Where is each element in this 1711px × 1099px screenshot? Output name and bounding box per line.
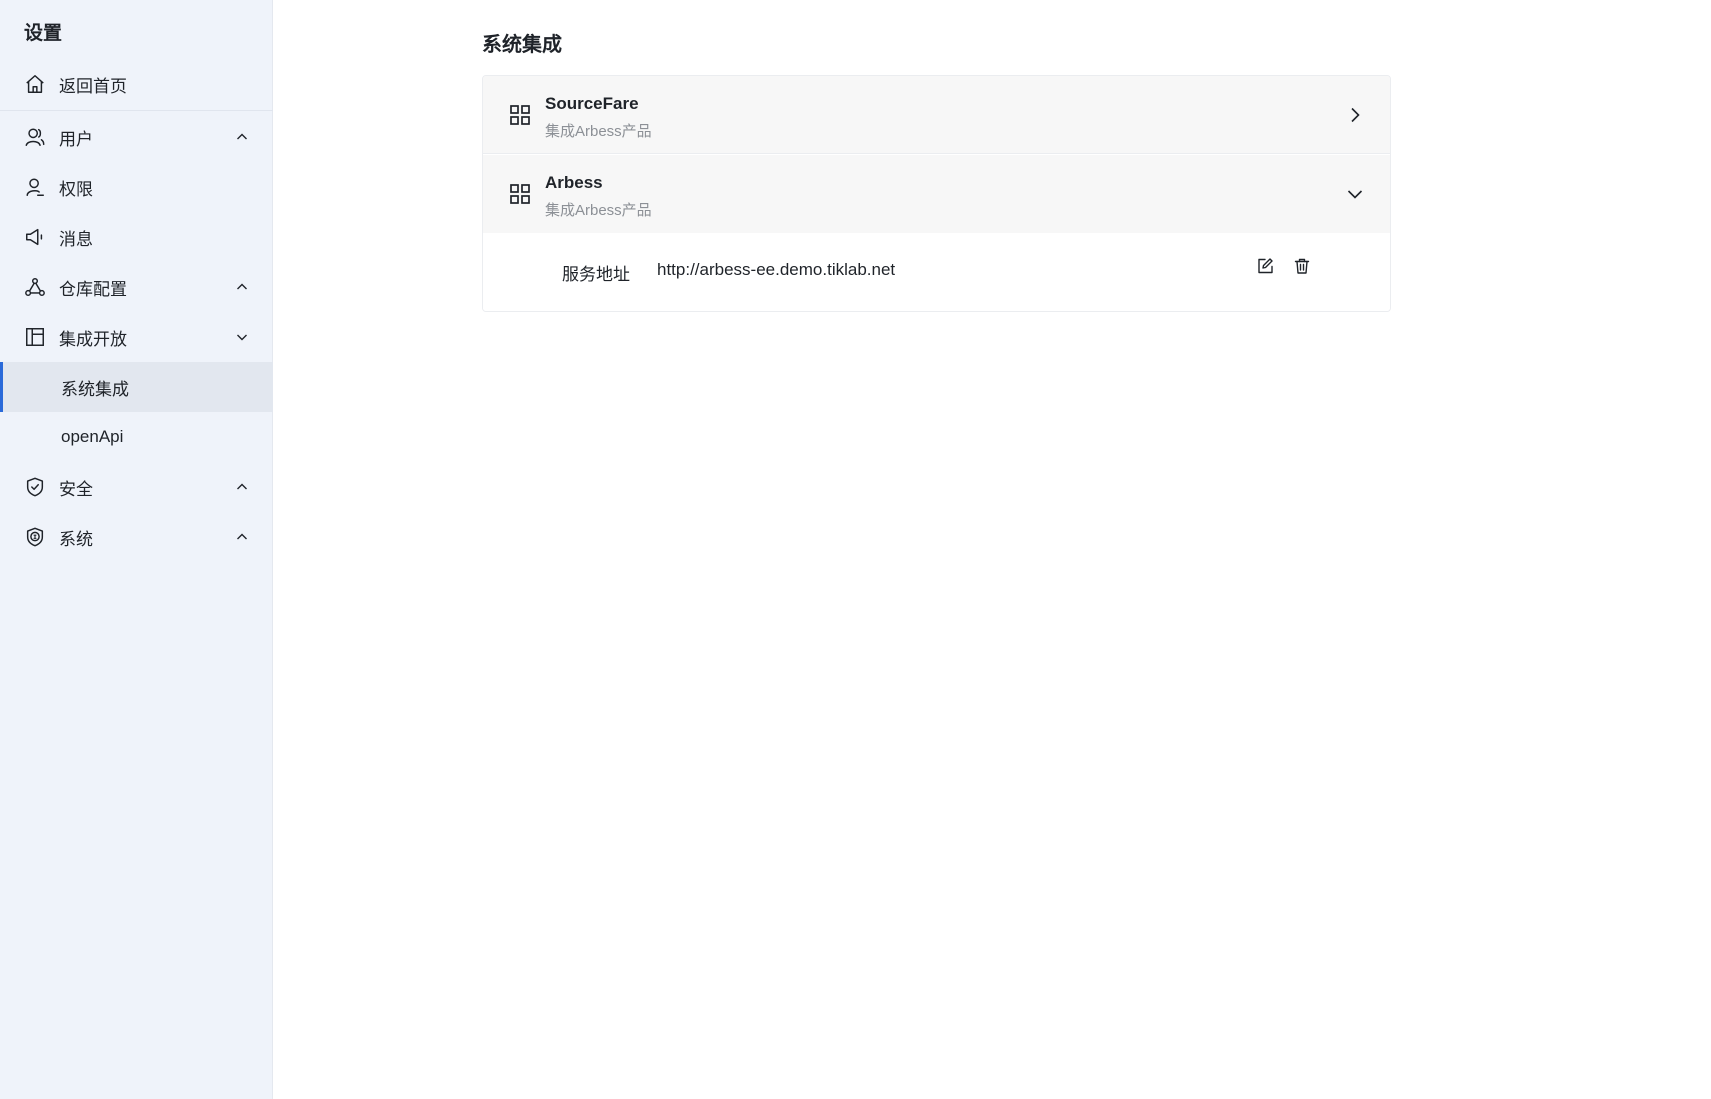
nav-item-permission[interactable]: 权限 [0,162,273,212]
delete-icon[interactable] [1293,257,1313,277]
user-icon [23,125,47,149]
nav-item-repository[interactable]: 仓库配置 [0,262,273,312]
nav-item-label: 用户 [59,129,93,149]
nav-item-user[interactable]: 用户 [0,112,273,162]
certificate-icon [23,525,47,549]
nav-item-label: 系统集成 [61,379,129,399]
chevron-up-icon [234,129,250,145]
nav-divider [0,110,273,111]
nav-item-label: 仓库配置 [59,279,127,299]
home-icon [23,72,47,96]
chevron-up-icon [234,529,250,545]
nav-item-home[interactable]: 返回首页 [0,59,273,109]
nav-item-label: 返回首页 [59,76,127,96]
sidebar-title: 设置 [24,23,63,44]
integration-list: SourceFare 集成Arbess产品 Arbess 集成Arbess产品 … [482,75,1391,312]
integration-row-arbess[interactable]: Arbess 集成Arbess产品 [483,155,1390,233]
chevron-up-icon [234,479,250,495]
grid-icon [510,105,530,125]
nav-item-system[interactable]: 系统 [0,512,273,562]
nav-item-label: 消息 [59,229,93,249]
integration-detail-arbess: 服务地址 http://arbess-ee.demo.tiklab.net [483,233,1390,311]
page-title: 系统集成 [482,34,562,56]
chevron-down-icon [234,329,250,345]
layout-icon [23,325,47,349]
nav-item-label: 集成开放 [59,329,127,349]
service-address-label: 服务地址 [562,265,630,284]
service-address-value: http://arbess-ee.demo.tiklab.net [657,260,896,279]
integration-description: 集成Arbess产品 [545,202,652,219]
megaphone-icon [23,225,47,249]
chevron-down-icon[interactable] [1345,184,1365,204]
edit-icon[interactable] [1256,257,1276,277]
sidebar: 设置 返回首页 用户 权限 消息 仓库配置 集成开放 系统集成 openApi … [0,0,273,1099]
chevron-right-icon[interactable] [1345,105,1365,125]
nav-item-integration[interactable]: 集成开放 [0,312,273,362]
integration-name: SourceFare [545,94,639,113]
nav-subitem-system-integration[interactable]: 系统集成 [0,362,273,412]
nav-subitem-openapi[interactable]: openApi [0,412,273,462]
grid-icon [510,184,530,204]
nav-item-label: openApi [61,427,124,446]
shield-check-icon [23,475,47,499]
nav-item-security[interactable]: 安全 [0,462,273,512]
permission-icon [23,175,47,199]
integration-row-sourcefare[interactable]: SourceFare 集成Arbess产品 [483,76,1390,154]
chevron-up-icon [234,279,250,295]
nav-item-message[interactable]: 消息 [0,212,273,262]
nav-item-label: 权限 [59,179,93,199]
nav-item-label: 安全 [59,479,93,499]
repository-icon [23,275,47,299]
nav-item-label: 系统 [59,529,93,549]
integration-name: Arbess [545,173,603,192]
integration-description: 集成Arbess产品 [545,123,652,140]
